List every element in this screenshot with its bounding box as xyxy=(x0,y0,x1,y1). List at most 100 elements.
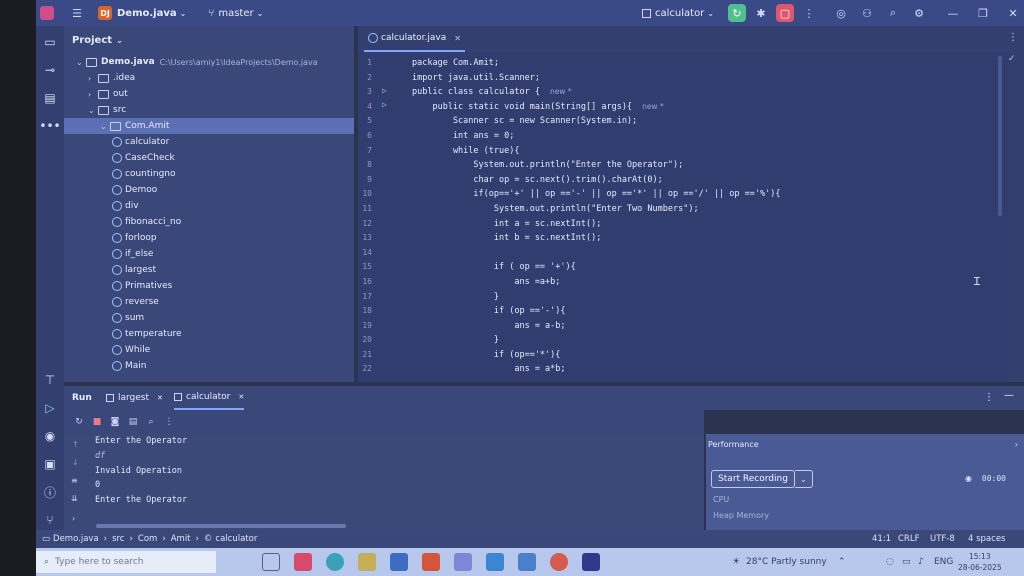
tray-arrow-icon[interactable]: ⌃ xyxy=(838,548,846,576)
recording-dropdown[interactable]: ⌄ xyxy=(795,470,813,488)
code-line[interactable]: } xyxy=(412,333,780,348)
code-line[interactable]: ans = a*b; xyxy=(412,362,780,377)
close-tab-icon[interactable]: ✕ xyxy=(238,393,244,401)
tree-class-item[interactable]: While xyxy=(64,342,354,358)
restore-layout-icon[interactable]: ▤ xyxy=(124,413,142,431)
code-line[interactable]: public static void main(String[] args){n… xyxy=(412,100,780,115)
tree-class-item[interactable]: reverse xyxy=(64,294,354,310)
chrome-icon[interactable] xyxy=(550,553,568,571)
more-icon[interactable]: ⋮ xyxy=(160,413,178,431)
camera-icon[interactable]: ◙ xyxy=(106,413,124,431)
app-icon[interactable] xyxy=(454,553,472,571)
soft-wrap-icon[interactable]: ≡ xyxy=(71,476,78,485)
editor-scrollbar[interactable] xyxy=(998,56,1002,216)
add-user-icon[interactable]: ⚇ xyxy=(856,2,878,24)
tree-class-item[interactable]: Demoo xyxy=(64,182,354,198)
tree-item-main[interactable]: Main xyxy=(64,358,354,374)
breadcrumb-item[interactable]: Amit xyxy=(171,530,191,548)
run-panel-more-icon[interactable]: ⋮ xyxy=(984,392,994,403)
tree-folder-src[interactable]: ⌄ src xyxy=(64,102,354,118)
editor-more-icon[interactable]: ⋮ xyxy=(1008,32,1018,43)
tab-calculator-java[interactable]: calculator.java ✕ xyxy=(364,26,465,52)
code-line[interactable]: System.out.println("Enter the Operator")… xyxy=(412,158,780,173)
settings-gear-icon[interactable]: ⚙ xyxy=(908,2,930,24)
youtube-icon[interactable] xyxy=(294,553,312,571)
code-line[interactable]: if (op =='-'){ xyxy=(412,304,780,319)
word-icon[interactable] xyxy=(390,553,408,571)
start-recording-button[interactable]: Start Recording xyxy=(711,470,795,488)
battery-icon[interactable]: ▭ xyxy=(902,548,911,576)
commit-icon[interactable]: ⊸ xyxy=(36,56,64,84)
problems-icon[interactable]: ⓘ xyxy=(36,478,64,506)
store-icon[interactable] xyxy=(486,553,504,571)
run-tab-calculator[interactable]: calculator ✕ xyxy=(174,386,245,410)
project-panel-header[interactable]: Project ⌄ xyxy=(64,26,354,54)
line-separator[interactable]: CRLF xyxy=(898,530,919,548)
tree-class-item[interactable]: fibonacci_no xyxy=(64,214,354,230)
run-class-icon[interactable]: ▷ xyxy=(382,86,390,95)
mail-icon[interactable] xyxy=(518,553,536,571)
clock[interactable]: 15:13 28-06-2025 xyxy=(958,551,1002,573)
code-line[interactable]: int ans = 0; xyxy=(412,129,780,144)
author-inlay-hint[interactable]: new * xyxy=(550,87,572,96)
breadcrumb-item[interactable]: calculator xyxy=(215,530,257,548)
tree-class-item[interactable]: largest xyxy=(64,262,354,278)
code-editor[interactable]: 1 2 3 4 5 6 7 8 9 10 11 12 13 14 15 16 17 18 19 20 21 22 ▷ ▷ … xyxy=(358,52,1008,382)
services-icon[interactable]: ◉ xyxy=(36,422,64,450)
code-line[interactable]: System.out.println("Enter Two Numbers"); xyxy=(412,202,780,217)
taskbar-search[interactable]: ⌕ Type here to search xyxy=(36,551,216,573)
run-main-icon[interactable]: ▷ xyxy=(382,100,390,109)
network-icon[interactable]: ◌ xyxy=(886,548,894,576)
intellij-icon[interactable] xyxy=(582,553,600,571)
code-line[interactable]: char op = sc.next().trim().charAt(0); xyxy=(412,173,780,188)
code-line[interactable]: import java.util.Scanner; xyxy=(412,71,780,86)
main-menu-icon[interactable]: ☰ xyxy=(66,2,88,24)
close-tab-icon[interactable]: ✕ xyxy=(157,394,163,402)
tree-folder-out[interactable]: › out xyxy=(64,86,354,102)
rerun-icon[interactable]: ↻ xyxy=(70,413,88,431)
maximize-icon[interactable]: ❐ xyxy=(972,2,994,24)
chevron-right-icon[interactable]: › xyxy=(72,514,75,523)
stop-icon[interactable]: ■ xyxy=(88,413,106,431)
code-line[interactable]: } xyxy=(412,290,780,305)
structure-icon[interactable]: ▤ xyxy=(36,84,64,112)
code-line[interactable]: package Com.Amit; xyxy=(412,56,780,71)
run-tab-largest[interactable]: largest ✕ xyxy=(106,386,163,410)
tree-class-item[interactable]: countingno xyxy=(64,166,354,182)
tree-class-item[interactable]: if_else xyxy=(64,246,354,262)
breadcrumb-item[interactable]: src xyxy=(112,530,124,548)
caret-position[interactable]: 41:1 xyxy=(872,530,891,548)
breadcrumb-item[interactable]: Com xyxy=(138,530,157,548)
chevron-right-icon[interactable]: › xyxy=(1015,440,1018,449)
tree-class-item[interactable]: temperature xyxy=(64,326,354,342)
tree-class-item[interactable]: div xyxy=(64,198,354,214)
tree-package[interactable]: ⌄ Com.Amit xyxy=(64,118,354,134)
scroll-end-icon[interactable]: ⇊ xyxy=(71,494,78,503)
brave-icon[interactable] xyxy=(422,553,440,571)
search-icon[interactable]: ⌕ xyxy=(142,413,160,431)
debug-icon[interactable]: ✱ xyxy=(750,2,772,24)
code-line[interactable]: if (op=='*'){ xyxy=(412,348,780,363)
code-line[interactable]: public class calculator {new * xyxy=(412,85,780,100)
author-inlay-hint[interactable]: new * xyxy=(642,102,664,111)
more-tools-icon[interactable]: ••• xyxy=(36,112,64,140)
minimize-icon[interactable]: — xyxy=(942,2,964,24)
arrow-down-icon[interactable]: ↓ xyxy=(72,458,79,467)
console-output[interactable]: ↑ ↓ ≡ ⇊ › Enter the Operator df Invalid Op… xyxy=(64,434,704,530)
run-config-selector[interactable]: calculator ⌄ xyxy=(642,8,714,19)
terminal-icon[interactable]: ▣ xyxy=(36,450,64,478)
weather-text[interactable]: 28°C Partly sunny xyxy=(746,548,827,576)
code-line[interactable]: while (true){ xyxy=(412,144,780,159)
branch-selector[interactable]: ⑂ master ⌄ xyxy=(208,8,263,19)
breadcrumb-item[interactable]: Demo.java xyxy=(53,530,99,548)
close-tab-icon[interactable]: ✕ xyxy=(454,34,461,43)
edge-icon[interactable] xyxy=(326,553,344,571)
tree-class-item[interactable]: sum xyxy=(64,310,354,326)
arrow-up-icon[interactable]: ↑ xyxy=(72,440,79,449)
tree-folder-idea[interactable]: › .idea xyxy=(64,70,354,86)
code-area[interactable]: package Com.Amit; import java.util.Scanne… xyxy=(412,56,780,377)
console-hscrollbar[interactable] xyxy=(96,524,346,528)
volume-icon[interactable]: ♪ xyxy=(918,548,924,576)
more-icon[interactable]: ⋮ xyxy=(798,2,820,24)
code-line[interactable] xyxy=(412,246,780,261)
